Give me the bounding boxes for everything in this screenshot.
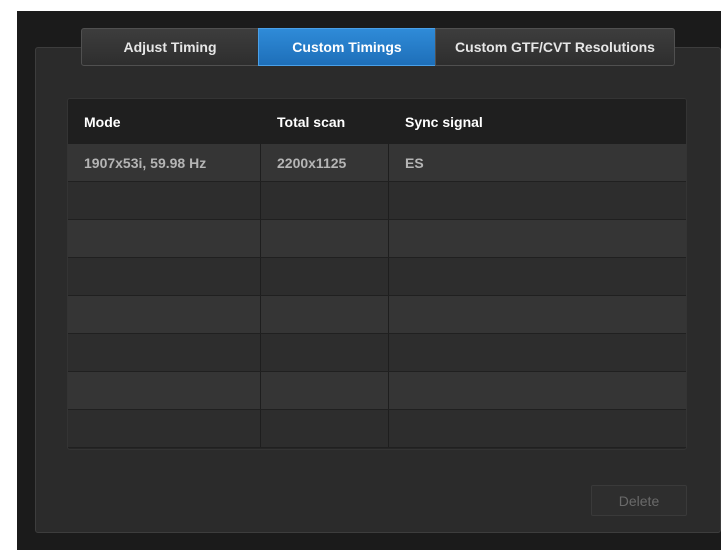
cell-mode bbox=[68, 296, 261, 333]
cell-sync-signal bbox=[389, 220, 686, 257]
delete-button[interactable]: Delete bbox=[591, 485, 687, 516]
cell-mode bbox=[68, 182, 261, 219]
cell-mode bbox=[68, 258, 261, 295]
tab-adjust-timing[interactable]: Adjust Timing bbox=[81, 28, 259, 66]
table-row[interactable] bbox=[68, 182, 686, 220]
cell-total-scan bbox=[261, 372, 389, 409]
cell-sync-signal bbox=[389, 296, 686, 333]
custom-timings-table: Mode Total scan Sync signal 1907x53i, 59… bbox=[67, 98, 687, 450]
cell-total-scan: 2200x1125 bbox=[261, 144, 389, 181]
tab-bar: Adjust Timing Custom Timings Custom GTF/… bbox=[81, 28, 675, 66]
cell-sync-signal: ES bbox=[405, 154, 424, 171]
cell-mode bbox=[68, 372, 261, 409]
cell-sync-signal bbox=[389, 334, 686, 371]
cell-total-scan bbox=[261, 220, 389, 257]
cell-sync-signal bbox=[389, 410, 686, 447]
cell-total-scan bbox=[261, 334, 389, 371]
cell-mode bbox=[68, 334, 261, 371]
cell-sync-signal bbox=[389, 372, 686, 409]
table-row[interactable] bbox=[68, 410, 686, 448]
table-row[interactable] bbox=[68, 372, 686, 410]
cell-sync-signal bbox=[389, 258, 686, 295]
cell-total-scan bbox=[261, 296, 389, 333]
cell-mode bbox=[68, 410, 261, 447]
tab-custom-timings[interactable]: Custom Timings bbox=[258, 28, 436, 66]
app-window: Adjust Timing Custom Timings Custom GTF/… bbox=[17, 11, 721, 550]
column-header-sync-signal[interactable]: Sync signal bbox=[389, 99, 686, 144]
table-row[interactable] bbox=[68, 296, 686, 334]
table-header: Mode Total scan Sync signal bbox=[68, 99, 686, 144]
column-header-mode[interactable]: Mode bbox=[68, 99, 261, 144]
column-header-total-scan[interactable]: Total scan bbox=[261, 99, 389, 144]
cell-total-scan bbox=[261, 182, 389, 219]
cell-total-scan bbox=[261, 258, 389, 295]
cell-total-scan bbox=[261, 410, 389, 447]
table-row[interactable] bbox=[68, 258, 686, 296]
cell-mode: 1907x53i, 59.98 Hz bbox=[68, 144, 261, 181]
cell-sync-signal bbox=[389, 182, 686, 219]
table-row[interactable] bbox=[68, 220, 686, 258]
table-body: 1907x53i, 59.98 Hz 2200x1125 ES bbox=[68, 144, 686, 448]
table-row[interactable] bbox=[68, 334, 686, 372]
tab-custom-gtf-cvt-resolutions[interactable]: Custom GTF/CVT Resolutions bbox=[435, 28, 675, 66]
cell-mode bbox=[68, 220, 261, 257]
table-row[interactable]: 1907x53i, 59.98 Hz 2200x1125 ES bbox=[68, 144, 686, 182]
